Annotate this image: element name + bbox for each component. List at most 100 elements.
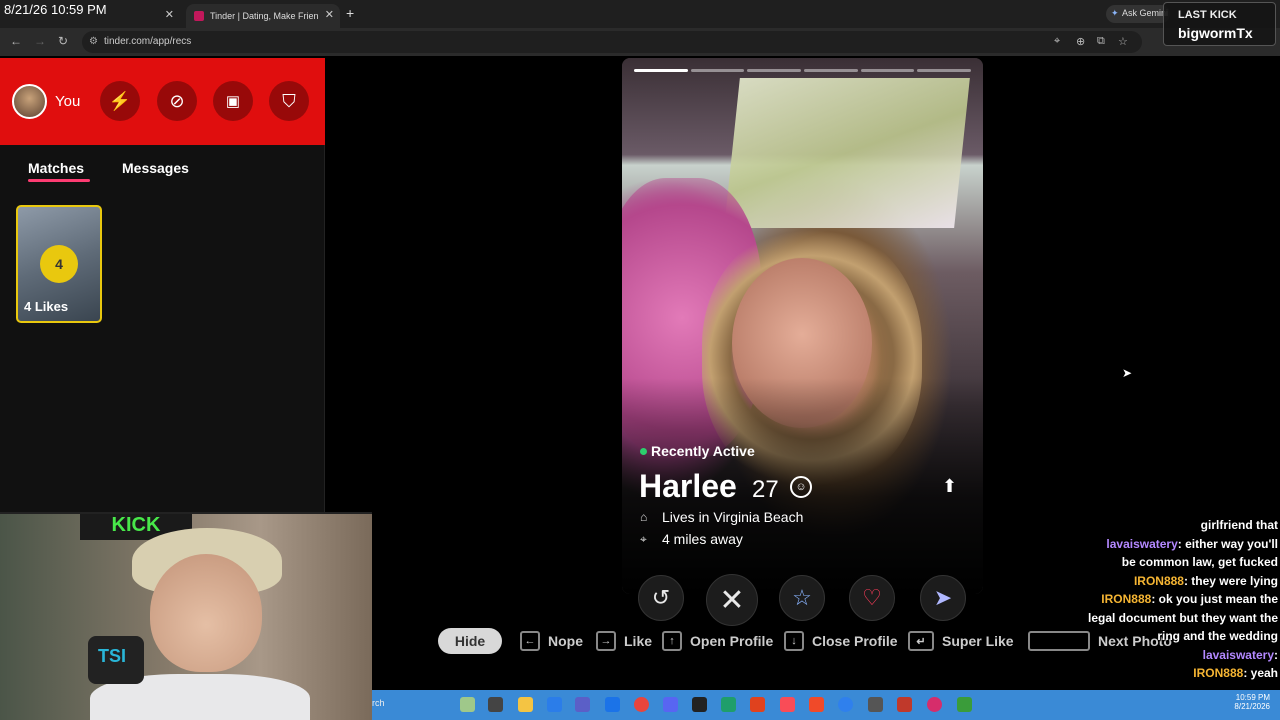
- url-text: tinder.com/app/recs: [104, 36, 192, 47]
- super-like-button[interactable]: ☆: [779, 575, 825, 621]
- discord-icon[interactable]: [663, 697, 678, 712]
- home-icon: ⌂: [640, 510, 648, 524]
- explore-button[interactable]: ⊘: [157, 81, 197, 121]
- boost-button[interactable]: ⚡: [100, 81, 140, 121]
- hint-nope: ← Nope: [520, 631, 583, 651]
- work-mode-button[interactable]: ▣: [213, 81, 253, 121]
- kick-last-follower-overlay: LAST KICK bigwormTx: [1163, 2, 1276, 46]
- zoom-icon[interactable]: ⊕: [1076, 35, 1085, 48]
- chat-message: be common law, get fucked: [1048, 553, 1278, 572]
- app-green-icon[interactable]: [721, 697, 736, 712]
- rewind-button[interactable]: ↺: [638, 575, 684, 621]
- ask-gemini-button[interactable]: ✦ Ask Gemini: [1106, 5, 1170, 23]
- new-tab-button[interactable]: +: [346, 5, 354, 21]
- left-arrow-key-icon: ←: [520, 631, 540, 651]
- windows-taskbar: rch 10:59 PM 8/21/2026: [372, 690, 1280, 720]
- active-status-text: Recently Active: [651, 443, 755, 459]
- avatar[interactable]: [12, 84, 47, 119]
- distance-text: 4 miles away: [662, 531, 743, 547]
- github-icon[interactable]: [692, 697, 707, 712]
- taskbar-time: 10:59 PM: [1235, 693, 1270, 702]
- help-icon[interactable]: [838, 697, 853, 712]
- nope-button[interactable]: ✕: [706, 574, 758, 626]
- profile-card[interactable]: Recently Active Harlee 27 ☺ ⬆ ⌂ Lives in…: [622, 58, 983, 594]
- profile-you-label[interactable]: You: [55, 93, 80, 110]
- heart-icon: ♡: [862, 585, 882, 610]
- hide-hints-button[interactable]: Hide: [438, 628, 502, 654]
- tab-active-underline: [28, 179, 90, 182]
- open-profile-arrow-icon[interactable]: ⬆: [942, 476, 957, 497]
- tab-messages[interactable]: Messages: [122, 160, 189, 176]
- chat-text: : yeah: [1243, 666, 1278, 680]
- screen: ✕ Tinder | Dating, Make Friends & ✕ + ✦ …: [0, 0, 1280, 720]
- chat-username: lavaiswatery: [1106, 536, 1178, 551]
- shield-icon: ⛉: [282, 90, 296, 111]
- likes-you-card[interactable]: 4 4 Likes: [16, 205, 102, 323]
- install-icon[interactable]: ⧉: [1097, 35, 1105, 48]
- location-icon[interactable]: ⌖: [1054, 35, 1060, 48]
- chat-text: : either way you'll: [1177, 536, 1278, 551]
- hint-open-profile-label: Open Profile: [690, 633, 774, 649]
- chat-message: girlfriend that: [1048, 516, 1278, 535]
- chat-message: lavaiswatery:: [1048, 646, 1278, 665]
- photo-progress-segment[interactable]: [804, 69, 858, 72]
- photo-progress-segment[interactable]: [747, 69, 802, 72]
- vscode-icon[interactable]: [547, 697, 562, 712]
- music-icon[interactable]: [780, 697, 795, 712]
- store-icon[interactable]: [605, 697, 620, 712]
- likes-count-badge: 4: [40, 245, 78, 283]
- tab-close-icon[interactable]: ✕: [165, 8, 174, 21]
- browser-tab-bar: ✕ Tinder | Dating, Make Friends & ✕ + ✦ …: [0, 0, 1280, 28]
- photo-progress-segment[interactable]: [690, 69, 745, 72]
- task-view-icon[interactable]: [488, 697, 503, 712]
- tab-matches[interactable]: Matches: [28, 160, 84, 176]
- back-icon[interactable]: ←: [10, 34, 22, 48]
- site-info-icon[interactable]: ⚙: [89, 36, 98, 47]
- omnibox[interactable]: ⚙ tinder.com/app/recs ⌖ ⊕ ⧉ ☆: [82, 31, 1142, 53]
- chat-username: lavaiswatery: [1202, 647, 1274, 662]
- close-icon: ✕: [719, 583, 745, 617]
- chat-username: IRON888: [1193, 666, 1244, 680]
- reload-icon[interactable]: ↻: [58, 34, 68, 48]
- stream-chat-overlay: girlfriend that lavaiswatery: either way …: [1048, 516, 1278, 683]
- chat-message: IRON888: yeah: [1048, 664, 1278, 683]
- bookmark-star-icon[interactable]: ☆: [1118, 35, 1128, 48]
- photo-progress-segment[interactable]: [634, 69, 688, 72]
- app-gray-icon[interactable]: [868, 697, 883, 712]
- git-icon[interactable]: [809, 697, 824, 712]
- tab-title: Tinder | Dating, Make Friends &: [210, 11, 318, 21]
- obs-icon[interactable]: [927, 697, 942, 712]
- boost-icon: ⚡: [108, 90, 132, 111]
- tab-close-icon[interactable]: ✕: [325, 8, 334, 21]
- gemini-label: Ask Gemini: [1122, 8, 1169, 18]
- forward-icon[interactable]: →: [34, 34, 46, 48]
- taskbar-app-icon[interactable]: [460, 697, 475, 712]
- enter-key-icon: ↵: [908, 631, 934, 651]
- lives-in-text: Lives in Virginia Beach: [662, 509, 804, 525]
- browser-tab-tinder[interactable]: Tinder | Dating, Make Friends & ✕: [186, 4, 340, 28]
- teams-icon[interactable]: [575, 697, 590, 712]
- file-explorer-icon[interactable]: [518, 697, 533, 712]
- chat-text: : they were lying: [1183, 573, 1278, 588]
- xbox-icon[interactable]: [957, 697, 972, 712]
- app-red-icon[interactable]: [897, 697, 912, 712]
- photo-progress-segment[interactable]: [917, 69, 972, 72]
- send-button[interactable]: ➤: [920, 575, 966, 621]
- location-pin-icon: ⌖: [640, 531, 647, 546]
- taskbar-clock[interactable]: 10:59 PM 8/21/2026: [1234, 693, 1270, 711]
- webcam-mic-logo: TSI: [98, 646, 127, 666]
- photo-car-window: [724, 78, 970, 228]
- photo-progress-bar: [634, 69, 972, 72]
- brave-icon[interactable]: [750, 697, 765, 712]
- taskbar-search[interactable]: rch: [372, 698, 385, 708]
- mouse-cursor-icon: ➤: [1122, 366, 1133, 380]
- photo-progress-segment[interactable]: [860, 69, 915, 72]
- like-button[interactable]: ♡: [849, 575, 895, 621]
- chat-text: legal document but they want the: [1087, 610, 1278, 625]
- tinder-sidebar: You ⚡ ⊘ ▣ ⛉ Matches Messages 4 4 Likes: [0, 58, 325, 512]
- explore-icon: ⊘: [169, 90, 185, 111]
- chat-text: be common law, get fucked: [1121, 555, 1278, 569]
- chrome-icon[interactable]: [634, 697, 649, 712]
- safety-button[interactable]: ⛉: [269, 81, 309, 121]
- likes-label: 4 Likes: [24, 299, 69, 314]
